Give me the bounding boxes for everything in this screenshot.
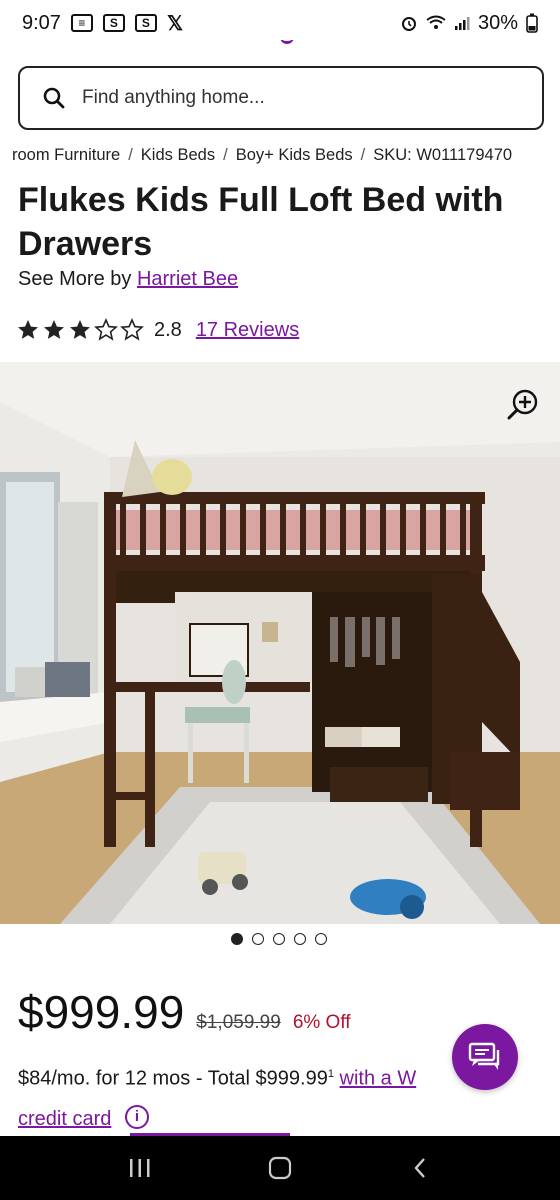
was-price: $1,059.99 xyxy=(196,1012,281,1033)
search-bar[interactable] xyxy=(18,66,544,130)
breadcrumb-item-boy-kids-beds[interactable]: Boy+ Kids Beds xyxy=(236,146,353,165)
chat-icon xyxy=(468,1042,500,1070)
star-filled-icon xyxy=(18,320,38,339)
battery-icon xyxy=(526,13,538,33)
rating-row: 2.8 17 Reviews xyxy=(16,318,299,342)
wifi-icon xyxy=(426,15,446,29)
status-time: 9:07 xyxy=(22,11,61,34)
carousel-dot[interactable] xyxy=(231,933,243,945)
product-image[interactable] xyxy=(0,362,560,924)
breadcrumb-item-kids-beds[interactable]: Kids Beds xyxy=(141,146,215,165)
credit-card-link[interactable]: with a W xyxy=(340,1068,417,1090)
header-strip xyxy=(0,40,560,50)
credit-card-link-continued[interactable]: credit card xyxy=(18,1108,111,1130)
loft-bed-illustration xyxy=(0,362,560,924)
see-more-prefix: See More by xyxy=(18,268,132,290)
breadcrumb-sku: SKU: W011179470 xyxy=(373,146,513,164)
carousel-dot[interactable] xyxy=(294,933,306,945)
reviews-link[interactable]: 17 Reviews xyxy=(196,319,299,342)
battery-percent: 30% xyxy=(477,11,518,34)
star-rating xyxy=(16,318,144,342)
breadcrumb-item-furniture[interactable]: room Furniture xyxy=(12,146,120,165)
star-filled-icon xyxy=(70,320,90,339)
star-filled-icon xyxy=(44,320,64,339)
breadcrumb-separator: / xyxy=(360,146,366,164)
carousel-dots xyxy=(231,933,327,945)
home-icon xyxy=(268,1156,292,1180)
alarm-icon xyxy=(401,17,416,31)
notification-icon: ≡ xyxy=(70,14,93,32)
discount-badge: 6% Off xyxy=(292,1012,351,1033)
app-s2-icon: S xyxy=(134,14,157,32)
app-s-icon: S xyxy=(102,14,125,32)
x-app-icon: 𝕏 xyxy=(166,12,184,35)
search-input[interactable] xyxy=(82,87,482,109)
price-row: $999.99 $1,059.99 6% Off xyxy=(18,985,351,1039)
breadcrumb-separator: / xyxy=(128,146,133,164)
star-empty-icon xyxy=(120,318,144,341)
chat-button[interactable] xyxy=(452,1024,518,1090)
product-title: Flukes Kids Full Loft Bed with Drawers xyxy=(18,181,504,263)
star-empty-icon xyxy=(94,318,118,341)
rating-value: 2.8 xyxy=(154,318,182,341)
recent-apps-icon xyxy=(130,1159,150,1177)
search-icon xyxy=(43,87,65,109)
back-icon xyxy=(414,1158,425,1178)
system-nav-bar xyxy=(0,1136,560,1200)
recent-apps-button[interactable] xyxy=(120,1148,160,1188)
carousel-dot[interactable] xyxy=(315,933,327,945)
breadcrumb-separator: / xyxy=(223,146,228,164)
brand-link[interactable]: Harriet Bee xyxy=(137,268,238,290)
zoom-in-icon[interactable] xyxy=(506,388,540,422)
sale-price: $999.99 xyxy=(18,986,185,1038)
breadcrumb: room Furniture / Kids Beds / Boy+ Kids B… xyxy=(12,146,560,165)
info-icon[interactable]: i xyxy=(124,1104,149,1129)
footnote-marker: 1 xyxy=(327,1068,334,1080)
financing-info: $84/mo. for 12 mos - Total $999.991 with… xyxy=(18,1054,528,1139)
home-button[interactable] xyxy=(260,1148,300,1188)
financing-text: $84/mo. for 12 mos - Total $999.99 xyxy=(18,1067,328,1090)
signal-icon xyxy=(454,17,470,30)
back-button[interactable] xyxy=(400,1148,440,1188)
carousel-dot[interactable] xyxy=(273,933,285,945)
carousel-dot[interactable] xyxy=(252,933,264,945)
see-more-line: See More by Harriet Bee xyxy=(18,268,238,291)
